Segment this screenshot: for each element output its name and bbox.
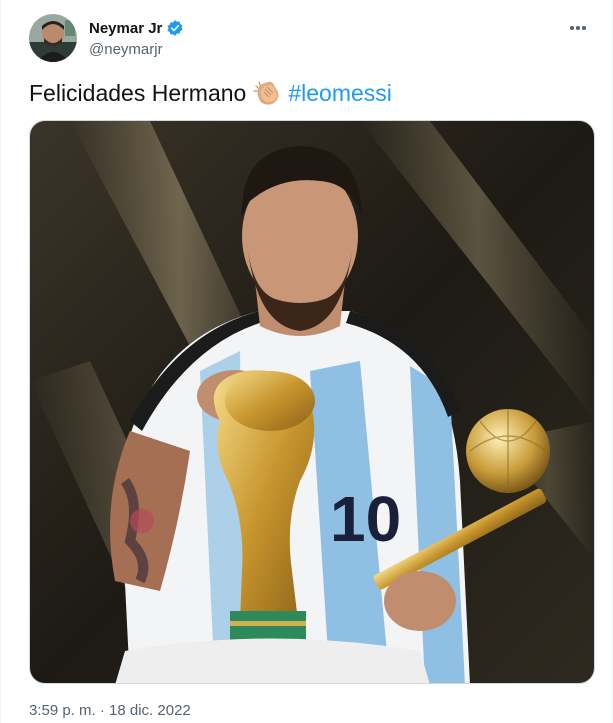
author-names: Neymar Jr @neymarjr xyxy=(89,18,184,58)
tweet-photo[interactable]: 10 xyxy=(29,120,595,684)
hashtag-link[interactable]: #leomessi xyxy=(288,78,392,108)
display-name-row: Neymar Jr xyxy=(89,18,184,38)
svg-text:10: 10 xyxy=(330,483,401,555)
verified-badge-icon xyxy=(166,19,184,37)
tweet-text: Felicidades Hermano #leomessi xyxy=(29,78,392,108)
tweet-header: Neymar Jr @neymarjr xyxy=(29,14,596,64)
display-name[interactable]: Neymar Jr xyxy=(89,20,162,37)
clapping-hands-icon xyxy=(252,78,282,108)
author-handle[interactable]: @neymarjr xyxy=(89,41,184,58)
tweet-body: Felicidades Hermano xyxy=(29,80,247,106)
tweet-card: Neymar Jr @neymarjr Felicidades Hermano xyxy=(0,0,613,723)
avatar[interactable] xyxy=(29,14,77,62)
tweet-timestamp[interactable]: 3:59 p. m. · 18 dic. 2022 xyxy=(29,702,191,719)
more-options-icon[interactable] xyxy=(564,18,592,38)
